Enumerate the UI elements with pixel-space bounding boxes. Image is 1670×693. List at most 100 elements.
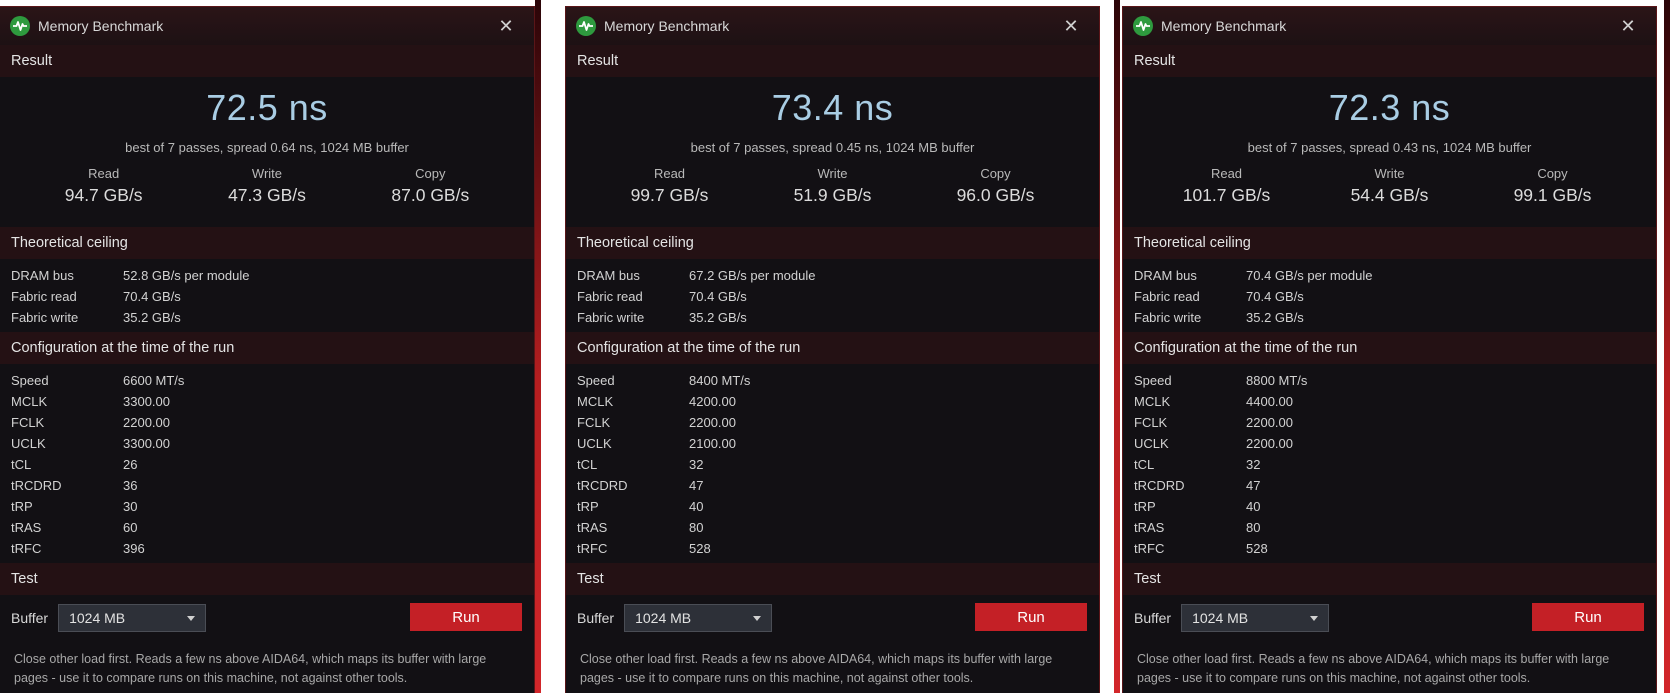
stat-label: Write (1374, 166, 1405, 181)
close-button[interactable]: ✕ (488, 11, 524, 41)
ceiling-list: DRAM bus 52.8 GB/s per module Fabric read… (0, 259, 534, 332)
buffer-select[interactable]: 1024 MB (58, 603, 207, 632)
item-key: Fabric read (11, 289, 77, 304)
list-item: Speed 6600 MT/s (0, 370, 534, 391)
stat-value: 54.4 GB/s (1350, 185, 1429, 205)
section-header-ceiling: Theoretical ceiling (566, 227, 1099, 259)
stat-value: 99.1 GB/s (1513, 185, 1592, 205)
close-button[interactable]: ✕ (1610, 11, 1646, 41)
item-value: 70.4 GB/s (1246, 289, 1304, 304)
bandwidth-stats: Read 94.7 GB/s Write 47.3 GB/s Copy 87.0… (0, 166, 534, 206)
title-bar[interactable]: Memory Benchmark ✕ (0, 7, 534, 45)
list-item: tRCDRD 36 (0, 475, 534, 496)
config-list: Speed 6600 MT/s MCLK 3300.00 FCLK 2200.00 U… (0, 364, 534, 563)
list-item: DRAM bus 52.8 GB/s per module (0, 265, 534, 286)
list-item: DRAM bus 70.4 GB/s per module (1123, 265, 1656, 286)
list-item: tRP 40 (1123, 496, 1656, 517)
list-item: tRAS 60 (0, 517, 534, 538)
item-key: Speed (11, 373, 49, 388)
stat-write: Write 54.4 GB/s (1320, 166, 1460, 206)
section-header-result: Result (1123, 45, 1656, 77)
item-key: UCLK (1134, 436, 1169, 451)
section-header-test: Test (566, 563, 1099, 595)
title-bar[interactable]: Memory Benchmark ✕ (566, 7, 1099, 45)
ceiling-list: DRAM bus 67.2 GB/s per module Fabric read… (566, 259, 1099, 332)
item-key: tCL (577, 457, 598, 472)
item-value: 8800 MT/s (1246, 373, 1308, 388)
item-value: 35.2 GB/s (123, 310, 181, 325)
stat-read: Read 101.7 GB/s (1157, 166, 1297, 206)
buffer-select[interactable]: 1024 MB (624, 603, 773, 632)
list-item: Fabric read 70.4 GB/s (566, 286, 1099, 307)
item-key: FCLK (1134, 415, 1168, 430)
buffer-select[interactable]: 1024 MB (1181, 603, 1330, 632)
list-item: tRP 40 (566, 496, 1099, 517)
close-icon: ✕ (1620, 15, 1636, 36)
item-value: 35.2 GB/s (689, 310, 747, 325)
item-value: 30 (123, 499, 138, 514)
item-value: 52.8 GB/s per module (123, 268, 250, 283)
list-item: tRFC 396 (0, 538, 534, 559)
buffer-select-value: 1024 MB (635, 609, 692, 626)
test-controls: Buffer 1024 MB Run (566, 595, 1099, 640)
item-value: 32 (1246, 457, 1261, 472)
stat-label: Read (653, 166, 686, 181)
list-item: UCLK 2200.00 (1123, 433, 1656, 454)
item-key: FCLK (11, 415, 45, 430)
run-button[interactable]: Run (975, 603, 1087, 631)
item-key: UCLK (11, 436, 46, 451)
list-item: Speed 8400 MT/s (566, 370, 1099, 391)
item-key: DRAM bus (11, 268, 74, 283)
window-edge-glow (1114, 0, 1120, 693)
buffer-select-value: 1024 MB (69, 609, 126, 626)
benchmark-window-1: Memory Benchmark ✕ Result 72.5 ns best o… (0, 6, 535, 693)
item-key: MCLK (577, 394, 614, 409)
run-button[interactable]: Run (410, 603, 522, 631)
result-summary: best of 7 passes, spread 0.45 ns, 1024 M… (690, 140, 975, 155)
bandwidth-stats: Read 101.7 GB/s Write 54.4 GB/s Copy 99.… (1123, 166, 1656, 206)
stat-value: 87.0 GB/s (391, 185, 470, 205)
item-key: tRP (577, 499, 599, 514)
section-header-config: Configuration at the time of the run (1123, 332, 1656, 364)
item-key: UCLK (577, 436, 612, 451)
stat-read: Read 99.7 GB/s (600, 166, 740, 206)
item-key: tRAS (11, 520, 42, 535)
item-value: 70.4 GB/s per module (1246, 268, 1373, 283)
stat-copy: Copy 99.1 GB/s (1483, 166, 1623, 206)
buffer-label: Buffer (1134, 609, 1172, 626)
result-panel: 72.3 ns best of 7 passes, spread 0.43 ns… (1123, 77, 1656, 227)
item-key: tRFC (577, 541, 608, 556)
list-item: MCLK 4400.00 (1123, 391, 1656, 412)
close-icon: ✕ (1063, 15, 1079, 36)
list-item: UCLK 3300.00 (0, 433, 534, 454)
stat-value: 51.9 GB/s (793, 185, 872, 205)
item-value: 4400.00 (1246, 394, 1293, 409)
list-item: Fabric read 70.4 GB/s (0, 286, 534, 307)
item-key: tRP (11, 499, 33, 514)
list-item: tRCDRD 47 (566, 475, 1099, 496)
list-item: FCLK 2200.00 (566, 412, 1099, 433)
item-key: tRFC (11, 541, 42, 556)
item-value: 47 (689, 478, 704, 493)
list-item: tRP 30 (0, 496, 534, 517)
item-value: 36 (123, 478, 138, 493)
item-key: tRP (1134, 499, 1156, 514)
item-key: Fabric write (1134, 310, 1202, 325)
list-item: MCLK 3300.00 (0, 391, 534, 412)
stat-value: 99.7 GB/s (630, 185, 709, 205)
item-key: Fabric write (11, 310, 79, 325)
title-bar[interactable]: Memory Benchmark ✕ (1123, 7, 1656, 45)
test-controls: Buffer 1024 MB Run (1123, 595, 1656, 640)
close-button[interactable]: ✕ (1053, 11, 1089, 41)
pulse-icon (1133, 16, 1153, 36)
run-button[interactable]: Run (1532, 603, 1644, 631)
list-item: tRAS 80 (566, 517, 1099, 538)
stat-read: Read 94.7 GB/s (34, 166, 174, 206)
item-value: 4200.00 (689, 394, 736, 409)
item-value: 396 (123, 541, 145, 556)
stat-label: Write (817, 166, 848, 181)
item-key: Fabric read (577, 289, 643, 304)
item-key: FCLK (577, 415, 611, 430)
stat-write: Write 51.9 GB/s (763, 166, 903, 206)
item-value: 528 (1246, 541, 1268, 556)
